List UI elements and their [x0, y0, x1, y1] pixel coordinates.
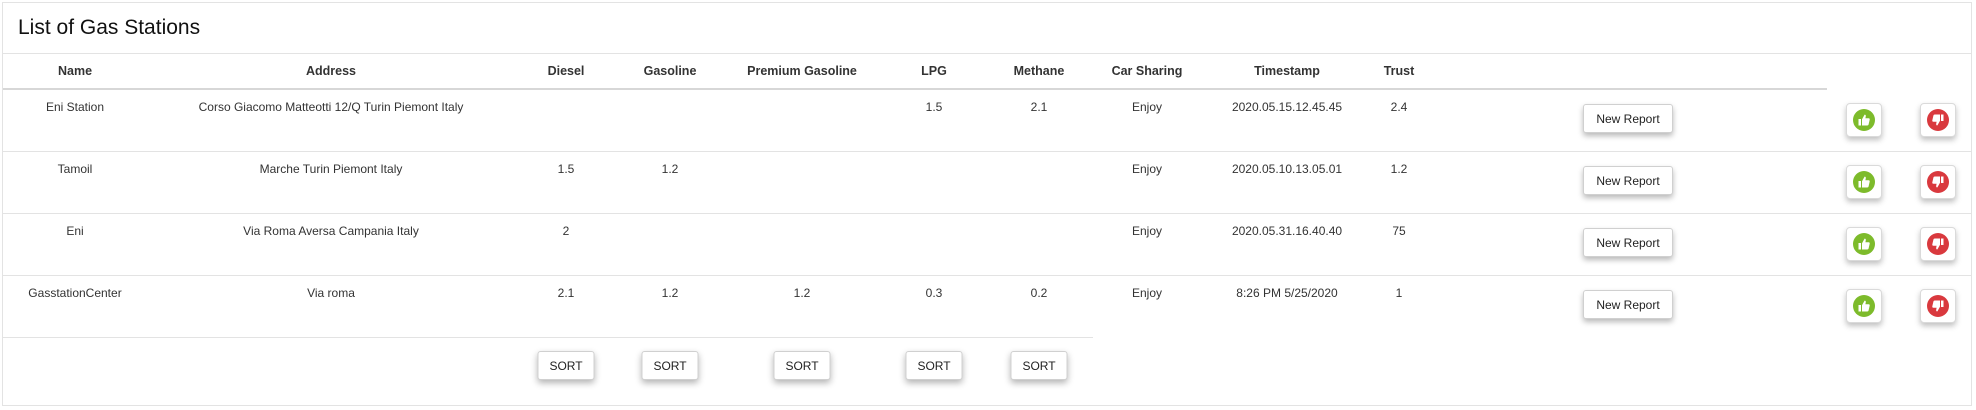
cell-timestamp: 2020.05.15.12.45.45 [1231, 100, 1343, 114]
cell-trust: 2.4 [1390, 100, 1408, 114]
thumbs-down-icon [1927, 233, 1949, 255]
dislike-button[interactable] [1920, 165, 1956, 199]
thumbs-down-icon [1927, 295, 1949, 317]
like-button[interactable] [1846, 289, 1882, 323]
like-button[interactable] [1846, 103, 1882, 137]
thumbs-up-icon [1853, 109, 1875, 131]
sort-premium-gasoline-button[interactable]: SORT [773, 351, 831, 380]
sort-lpg-button[interactable]: SORT [905, 351, 963, 380]
cell-address: Via Roma Aversa Campania Italy [243, 224, 419, 238]
dislike-button[interactable] [1920, 227, 1956, 261]
cell-car-sharing: Enjoy [1131, 162, 1163, 176]
cell-timestamp: 2020.05.10.13.05.01 [1231, 162, 1343, 176]
new-report-button[interactable]: New Report [1583, 104, 1673, 133]
new-report-button[interactable]: New Report [1583, 290, 1673, 319]
cell-car-sharing: Enjoy [1131, 224, 1163, 238]
header-timestamp[interactable]: Timestamp [1254, 54, 1320, 88]
cell-name: Tamoil [57, 162, 93, 176]
cell-timestamp: 8:26 PM 5/25/2020 [1236, 286, 1338, 300]
cell-name: Eni Station [45, 100, 105, 114]
cell-lpg: 1.5 [925, 100, 943, 114]
sort-methane-button[interactable]: SORT [1010, 351, 1068, 380]
cell-diesel: 1.5 [557, 162, 575, 176]
table-row: Tamoil Marche Turin Piemont Italy 1.5 1.… [3, 152, 1971, 214]
like-button[interactable] [1846, 227, 1882, 261]
cell-address: Via roma [307, 286, 355, 300]
cell-lpg: 0.3 [925, 286, 943, 300]
table-header: Name Address Diesel Gasoline Premium Gas… [3, 54, 1827, 90]
dislike-button[interactable] [1920, 289, 1956, 323]
cell-name: GasstationCenter [28, 286, 122, 300]
cell-trust: 1 [1395, 286, 1403, 300]
header-diesel[interactable]: Diesel [548, 54, 585, 88]
cell-gasoline: 1.2 [661, 286, 679, 300]
cell-car-sharing: Enjoy [1131, 286, 1163, 300]
thumbs-up-icon [1853, 171, 1875, 193]
cell-methane: 0.2 [1030, 286, 1048, 300]
table-row: Eni Via Roma Aversa Campania Italy 2 Enj… [3, 214, 1971, 276]
dislike-button[interactable] [1920, 103, 1956, 137]
header-car-sharing[interactable]: Car Sharing [1112, 54, 1183, 88]
cell-car-sharing: Enjoy [1131, 100, 1163, 114]
sort-row: SORT SORT SORT SORT SORT [3, 338, 1093, 406]
page-title: List of Gas Stations [18, 16, 201, 39]
cell-premium-gasoline: 1.2 [793, 286, 811, 300]
sort-diesel-button[interactable]: SORT [537, 351, 595, 380]
gas-stations-panel: List of Gas Stations Name Address Diesel… [2, 2, 1972, 406]
header-name[interactable]: Name [58, 54, 92, 88]
new-report-button[interactable]: New Report [1583, 228, 1673, 257]
cell-timestamp: 2020.05.31.16.40.40 [1231, 224, 1343, 238]
cell-diesel: 2.1 [557, 286, 575, 300]
header-address[interactable]: Address [306, 54, 356, 88]
table-row: GasstationCenter Via roma 2.1 1.2 1.2 0.… [3, 276, 1971, 338]
header-methane[interactable]: Methane [1014, 54, 1065, 88]
table-row: Eni Station Corso Giacomo Matteotti 12/Q… [3, 90, 1971, 152]
header-premium-gasoline[interactable]: Premium Gasoline [747, 54, 857, 88]
thumbs-down-icon [1927, 109, 1949, 131]
cell-address: Marche Turin Piemont Italy [259, 162, 403, 176]
header-trust[interactable]: Trust [1384, 54, 1415, 88]
header-gasoline[interactable]: Gasoline [644, 54, 697, 88]
cell-address: Corso Giacomo Matteotti 12/Q Turin Piemo… [198, 100, 464, 114]
thumbs-up-icon [1853, 233, 1875, 255]
header-lpg[interactable]: LPG [921, 54, 947, 88]
cell-gasoline: 1.2 [661, 162, 679, 176]
thumbs-down-icon [1927, 171, 1949, 193]
cell-name: Eni [66, 224, 84, 238]
cell-trust: 1.2 [1390, 162, 1408, 176]
cell-diesel: 2 [562, 224, 570, 238]
new-report-button[interactable]: New Report [1583, 166, 1673, 195]
sort-gasoline-button[interactable]: SORT [641, 351, 699, 380]
like-button[interactable] [1846, 165, 1882, 199]
cell-trust: 75 [1392, 224, 1406, 238]
thumbs-up-icon [1853, 295, 1875, 317]
cell-methane: 2.1 [1030, 100, 1048, 114]
